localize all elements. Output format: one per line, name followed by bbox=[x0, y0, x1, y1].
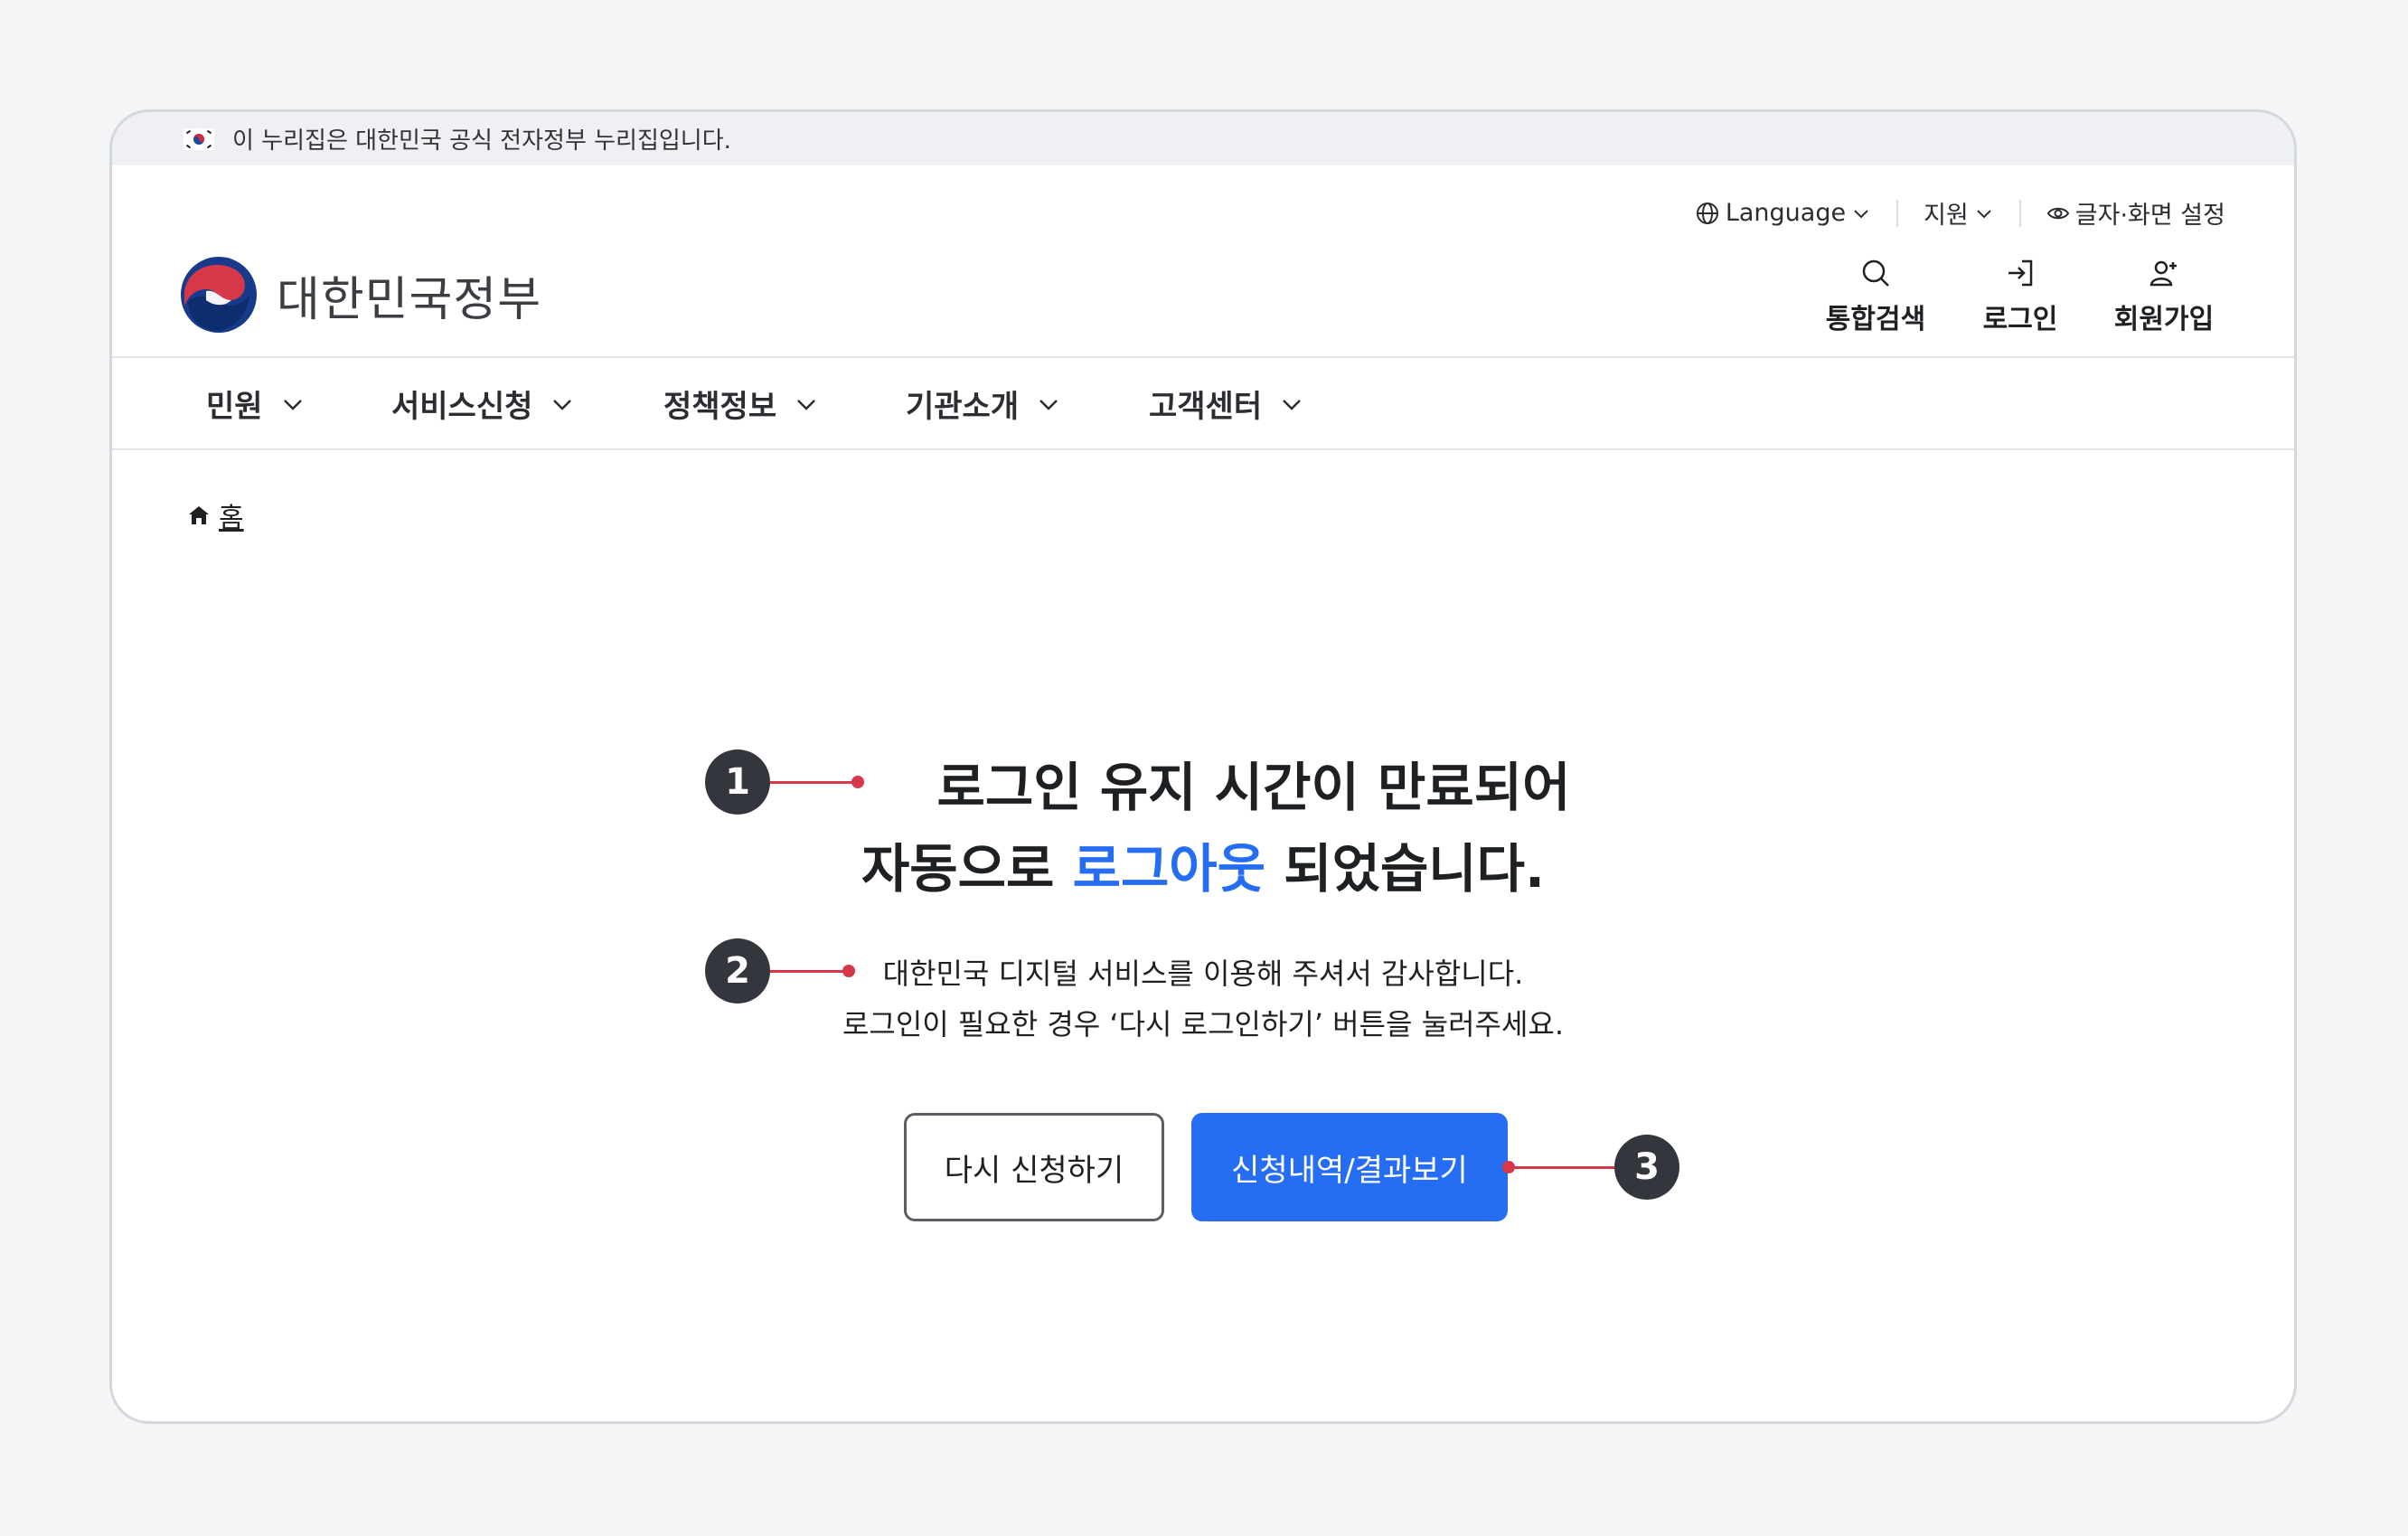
display-settings-label: 글자·화면 설정 bbox=[2074, 202, 2225, 230]
home-icon bbox=[189, 506, 209, 524]
chevron-down-icon bbox=[1039, 399, 1058, 410]
support-menu[interactable]: 지원 bbox=[1924, 195, 1994, 231]
nav-item-civil-affairs[interactable]: 민원 bbox=[206, 382, 306, 426]
search-icon bbox=[1862, 259, 1889, 287]
description-line2-text: 로그인이 필요한 경우 ‘다시 로그인하기’ 버튼을 눌러주세요. bbox=[842, 1007, 1565, 1041]
chevron-down-icon bbox=[797, 399, 816, 410]
logout-headline-line1: 로그인 유지 시간이 만료되어 bbox=[112, 745, 2294, 821]
chevron-down-icon bbox=[553, 399, 572, 410]
eye-settings-icon bbox=[2046, 207, 2069, 219]
gov-logo[interactable]: 대한민국정부 bbox=[179, 255, 541, 335]
callout-number: 2 bbox=[725, 950, 750, 992]
language-selector[interactable]: Language bbox=[1695, 199, 1871, 227]
globe-icon bbox=[1696, 202, 1718, 224]
support-label: 지원 bbox=[1924, 202, 1969, 230]
retry-application-button[interactable]: 다시 신청하기 bbox=[904, 1113, 1164, 1221]
nav-item-organization[interactable]: 기관소개 bbox=[906, 382, 1062, 426]
display-settings-button[interactable]: 글자·화면 설정 bbox=[2046, 195, 2225, 231]
signup-button[interactable]: 회원가입 bbox=[2101, 257, 2227, 336]
nav-item-label: 기관소개 bbox=[906, 389, 1020, 425]
integrated-search-button[interactable]: 통합검색 bbox=[1812, 257, 1939, 336]
callout-line-3 bbox=[1510, 1166, 1614, 1169]
main-navigation: 민원 서비스신청 정책정보 기관소개 고객센터 bbox=[112, 356, 2294, 450]
login-label: 로그인 bbox=[1982, 304, 2058, 335]
divider bbox=[1896, 199, 1899, 227]
language-label: Language bbox=[1725, 199, 1847, 227]
nav-item-label: 정책정보 bbox=[663, 389, 777, 425]
retry-button-label: 다시 신청하기 bbox=[944, 1152, 1124, 1189]
callout-number: 1 bbox=[725, 761, 750, 803]
browser-frame: 이 누리집은 대한민국 공식 전자정부 누리집입니다. Language 지원 … bbox=[109, 109, 2297, 1424]
logout-headline-line2: 자동으로 로그아웃 되었습니다. bbox=[112, 826, 2294, 902]
headline-logout-accent: 로그아웃 bbox=[1072, 838, 1266, 900]
callout-line-1 bbox=[770, 781, 857, 784]
description-line2: 로그인이 필요한 경우 ‘다시 로그인하기’ 버튼을 눌러주세요. bbox=[112, 1002, 2294, 1043]
login-button[interactable]: 로그인 bbox=[1957, 257, 2083, 336]
callout-badge-1: 1 bbox=[705, 749, 770, 815]
user-plus-icon bbox=[2149, 260, 2177, 287]
gov-official-banner: 이 누리집은 대한민국 공식 전자정부 누리집입니다. bbox=[112, 112, 2294, 165]
callout-line-2 bbox=[770, 970, 846, 973]
chevron-down-icon bbox=[1854, 209, 1868, 218]
description-line1: 대한민국 디지털 서비스를 이용해 주셔서 감사합니다. bbox=[112, 951, 2294, 993]
headline-line2-prefix: 자동으로 bbox=[861, 838, 1073, 900]
logo-text: 대한민국정부 bbox=[277, 272, 542, 327]
chevron-down-icon bbox=[1977, 209, 1991, 218]
login-icon bbox=[2008, 259, 2033, 287]
callout-badge-3: 3 bbox=[1614, 1135, 1679, 1200]
history-button-label: 신청내역/결과보기 bbox=[1231, 1152, 1468, 1189]
description-line1-text: 대한민국 디지털 서비스를 이용해 주셔서 감사합니다. bbox=[882, 956, 1524, 991]
headline-line2-suffix: 되었습니다. bbox=[1265, 838, 1546, 900]
callout-dot-2 bbox=[842, 965, 855, 977]
headline-line1-text: 로그인 유지 시간이 만료되어 bbox=[936, 757, 1571, 818]
gov-banner-text: 이 누리집은 대한민국 공식 전자정부 누리집입니다. bbox=[232, 127, 731, 155]
view-history-button[interactable]: 신청내역/결과보기 bbox=[1191, 1113, 1508, 1221]
nav-item-label: 서비스신청 bbox=[391, 389, 533, 425]
breadcrumb-home-label: 홈 bbox=[219, 503, 244, 534]
callout-number: 3 bbox=[1634, 1146, 1660, 1188]
callout-badge-2: 2 bbox=[705, 938, 770, 1004]
breadcrumb[interactable]: 홈 bbox=[186, 495, 244, 535]
nav-item-label: 민원 bbox=[206, 389, 263, 425]
nav-item-service-application[interactable]: 서비스신청 bbox=[391, 382, 576, 426]
nav-item-label: 고객센터 bbox=[1149, 389, 1263, 425]
nav-item-policy-info[interactable]: 정책정보 bbox=[663, 382, 820, 426]
callout-dot-1 bbox=[851, 776, 864, 788]
utility-menu: Language 지원 글자·화면 설정 bbox=[1695, 195, 2225, 231]
chevron-down-icon bbox=[283, 399, 302, 410]
search-label: 통합검색 bbox=[1825, 304, 1926, 335]
divider bbox=[2018, 199, 2021, 227]
korean-flag-icon bbox=[183, 127, 214, 150]
chevron-down-icon bbox=[1283, 399, 1302, 410]
signup-label: 회원가입 bbox=[2113, 304, 2215, 335]
nav-item-customer-center[interactable]: 고객센터 bbox=[1149, 382, 1305, 426]
taegeuk-logo-icon bbox=[181, 257, 257, 333]
